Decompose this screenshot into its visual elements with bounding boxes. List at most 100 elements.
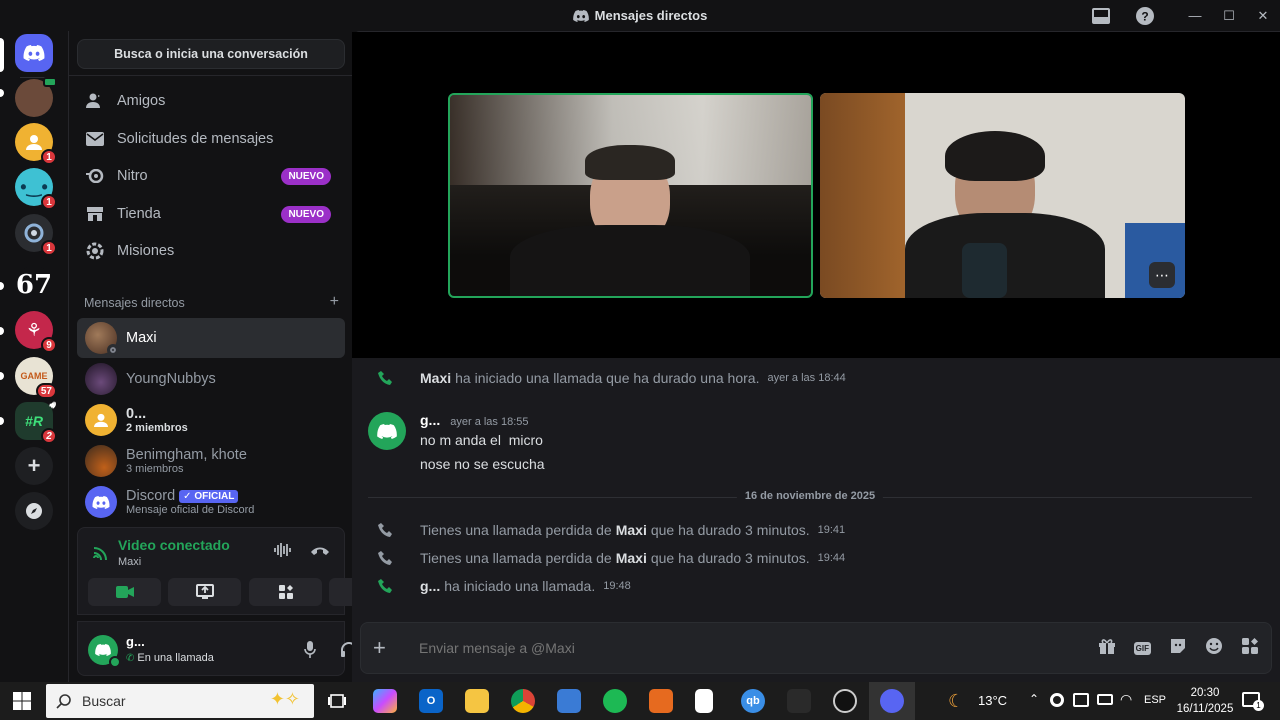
server-r-label: #R (25, 413, 43, 429)
nav-nitro[interactable]: Nitro NUEVO (77, 158, 345, 194)
fl-studio-icon[interactable] (649, 689, 673, 713)
spotify-icon[interactable] (603, 689, 627, 713)
timestamp: 19:41 (817, 524, 846, 536)
server-r[interactable]: #R 🔊︎ 2 (15, 400, 57, 444)
windows-start-icon[interactable] (13, 692, 31, 715)
attach-plus-icon[interactable]: + (373, 635, 399, 661)
screen-share-button[interactable] (168, 578, 241, 606)
weather-moon-icon: ☾ (948, 691, 965, 711)
qbittorrent-icon[interactable]: qb (741, 689, 765, 713)
group-icon (85, 404, 117, 436)
store-icon[interactable] (557, 689, 581, 713)
server-badge: 1 (41, 194, 57, 210)
taskbar-search-label: Buscar (82, 693, 126, 709)
gif-icon[interactable]: GIF (1133, 641, 1151, 655)
file-explorer-icon[interactable] (465, 689, 489, 713)
more-options-icon[interactable]: ⋯ (1149, 262, 1175, 288)
dm-item-group-0[interactable]: 0... 2 miembros (77, 400, 345, 440)
chrome-icon[interactable] (511, 689, 535, 713)
nav-shop[interactable]: Tienda NUEVO (77, 196, 345, 232)
message-author[interactable]: g... (420, 412, 440, 428)
clock[interactable]: 20:30 16/11/2025 (1174, 685, 1236, 717)
wifi-icon[interactable]: ◠ (1120, 691, 1132, 708)
record-icon[interactable] (1050, 693, 1064, 707)
davinci-icon[interactable] (787, 689, 811, 713)
message-avatar[interactable] (368, 412, 406, 450)
inbox-icon[interactable] (1091, 6, 1111, 26)
server-emoji[interactable]: •‿• 1 (15, 168, 57, 210)
dm-sub: Mensaje oficial de Discord (126, 504, 255, 516)
activities-button[interactable] (249, 578, 322, 606)
task-view-icon[interactable] (328, 693, 346, 714)
copilot-icon[interactable] (373, 689, 397, 713)
server-67[interactable]: 67 (15, 266, 53, 304)
activities-icon (278, 585, 293, 599)
call-log-2: g... ha iniciado una llamada. 19:48 (420, 578, 631, 594)
camera-button[interactable] (88, 578, 161, 606)
home-button[interactable] (15, 34, 53, 72)
discord-taskbar-active[interactable] (869, 682, 915, 720)
dm-item-maxi[interactable]: Maxi (77, 318, 345, 358)
messages-list: Maxi ha iniciado una llamada que ha dura… (352, 358, 1280, 623)
voice-channel[interactable]: Maxi (118, 556, 141, 568)
screen-share-icon (195, 584, 214, 599)
apps-icon[interactable] (1241, 637, 1259, 660)
server-spiral[interactable]: 1 (15, 214, 57, 256)
dm-name: Maxi (126, 330, 157, 346)
call-user[interactable]: g... (420, 578, 440, 594)
weather-temp[interactable]: 13°C (978, 693, 1007, 708)
add-server-button[interactable]: + (15, 447, 53, 485)
emoji-icon[interactable] (1205, 637, 1223, 660)
signal-icon[interactable] (92, 542, 110, 565)
dm-item-benimgham[interactable]: Benimgham, khote 3 miembros (77, 441, 345, 481)
server-group[interactable]: 1 (15, 123, 57, 165)
call-user[interactable]: Maxi (420, 370, 451, 386)
message-input[interactable] (419, 640, 1098, 656)
taskbar-search[interactable]: Buscar ✦✧ (46, 684, 314, 718)
search-button[interactable]: Busca o inicia una conversación (77, 39, 345, 69)
close-button[interactable]: ✕ (1246, 8, 1280, 24)
noise-suppression-icon[interactable] (274, 542, 292, 563)
window-title-text: Mensajes directos (594, 8, 708, 23)
timestamp: 19:48 (603, 580, 631, 592)
mic-icon[interactable] (304, 641, 316, 663)
create-dm-button[interactable]: + (330, 294, 339, 310)
active-pill (0, 38, 4, 72)
voice-panel: Video conectado Maxi (77, 527, 402, 615)
gift-icon[interactable] (1098, 638, 1116, 659)
video-tile-maxi[interactable]: ⋯ (820, 93, 1185, 298)
language-indicator[interactable]: ESP (1144, 694, 1166, 706)
server-art[interactable]: ⚘ 9 (15, 311, 57, 353)
nav-friends[interactable]: Amigos (77, 83, 345, 119)
date-divider-label: 16 de noviembre de 2025 (736, 490, 884, 502)
help-icon[interactable]: ? (1135, 6, 1155, 26)
user-avatar[interactable] (88, 635, 121, 668)
display-icon[interactable] (1073, 693, 1089, 707)
call-user[interactable]: Maxi (616, 522, 647, 538)
date-divider: 16 de noviembre de 2025 (368, 490, 1252, 502)
obs-icon[interactable] (833, 689, 857, 713)
avatar (85, 445, 117, 477)
nav-message-requests[interactable]: Solicitudes de mensajes (77, 121, 345, 157)
nav-quests[interactable]: Misiones (77, 233, 345, 269)
notifications-icon[interactable]: 1 (1242, 692, 1264, 711)
tray-chevron-icon[interactable]: ⌃ (1029, 692, 1039, 706)
video-tile-self[interactable] (448, 93, 813, 298)
outlook-icon[interactable]: O (419, 689, 443, 713)
shop-icon (85, 204, 105, 224)
disconnect-icon[interactable] (310, 543, 330, 561)
clock-time: 20:30 (1190, 687, 1220, 699)
dm-item-discord[interactable]: Discord ✓ OFICIAL Mensaje oficial de Dis… (77, 482, 345, 522)
sticker-icon[interactable] (1169, 637, 1187, 660)
maximize-button[interactable]: ☐ (1212, 8, 1246, 24)
user-status: En una llamada (137, 652, 214, 664)
timestamp: ayer a las 18:55 (450, 416, 529, 428)
battery-icon[interactable] (1097, 694, 1113, 705)
explore-button[interactable] (15, 492, 53, 530)
server-avatar[interactable] (15, 77, 57, 117)
server-game[interactable]: GAME 57 (15, 357, 57, 399)
notepad-icon[interactable] (695, 689, 713, 713)
call-user[interactable]: Maxi (616, 550, 647, 566)
dm-item-youngnubbys[interactable]: YoungNubbys (77, 359, 345, 399)
minimize-button[interactable]: — (1178, 8, 1212, 23)
